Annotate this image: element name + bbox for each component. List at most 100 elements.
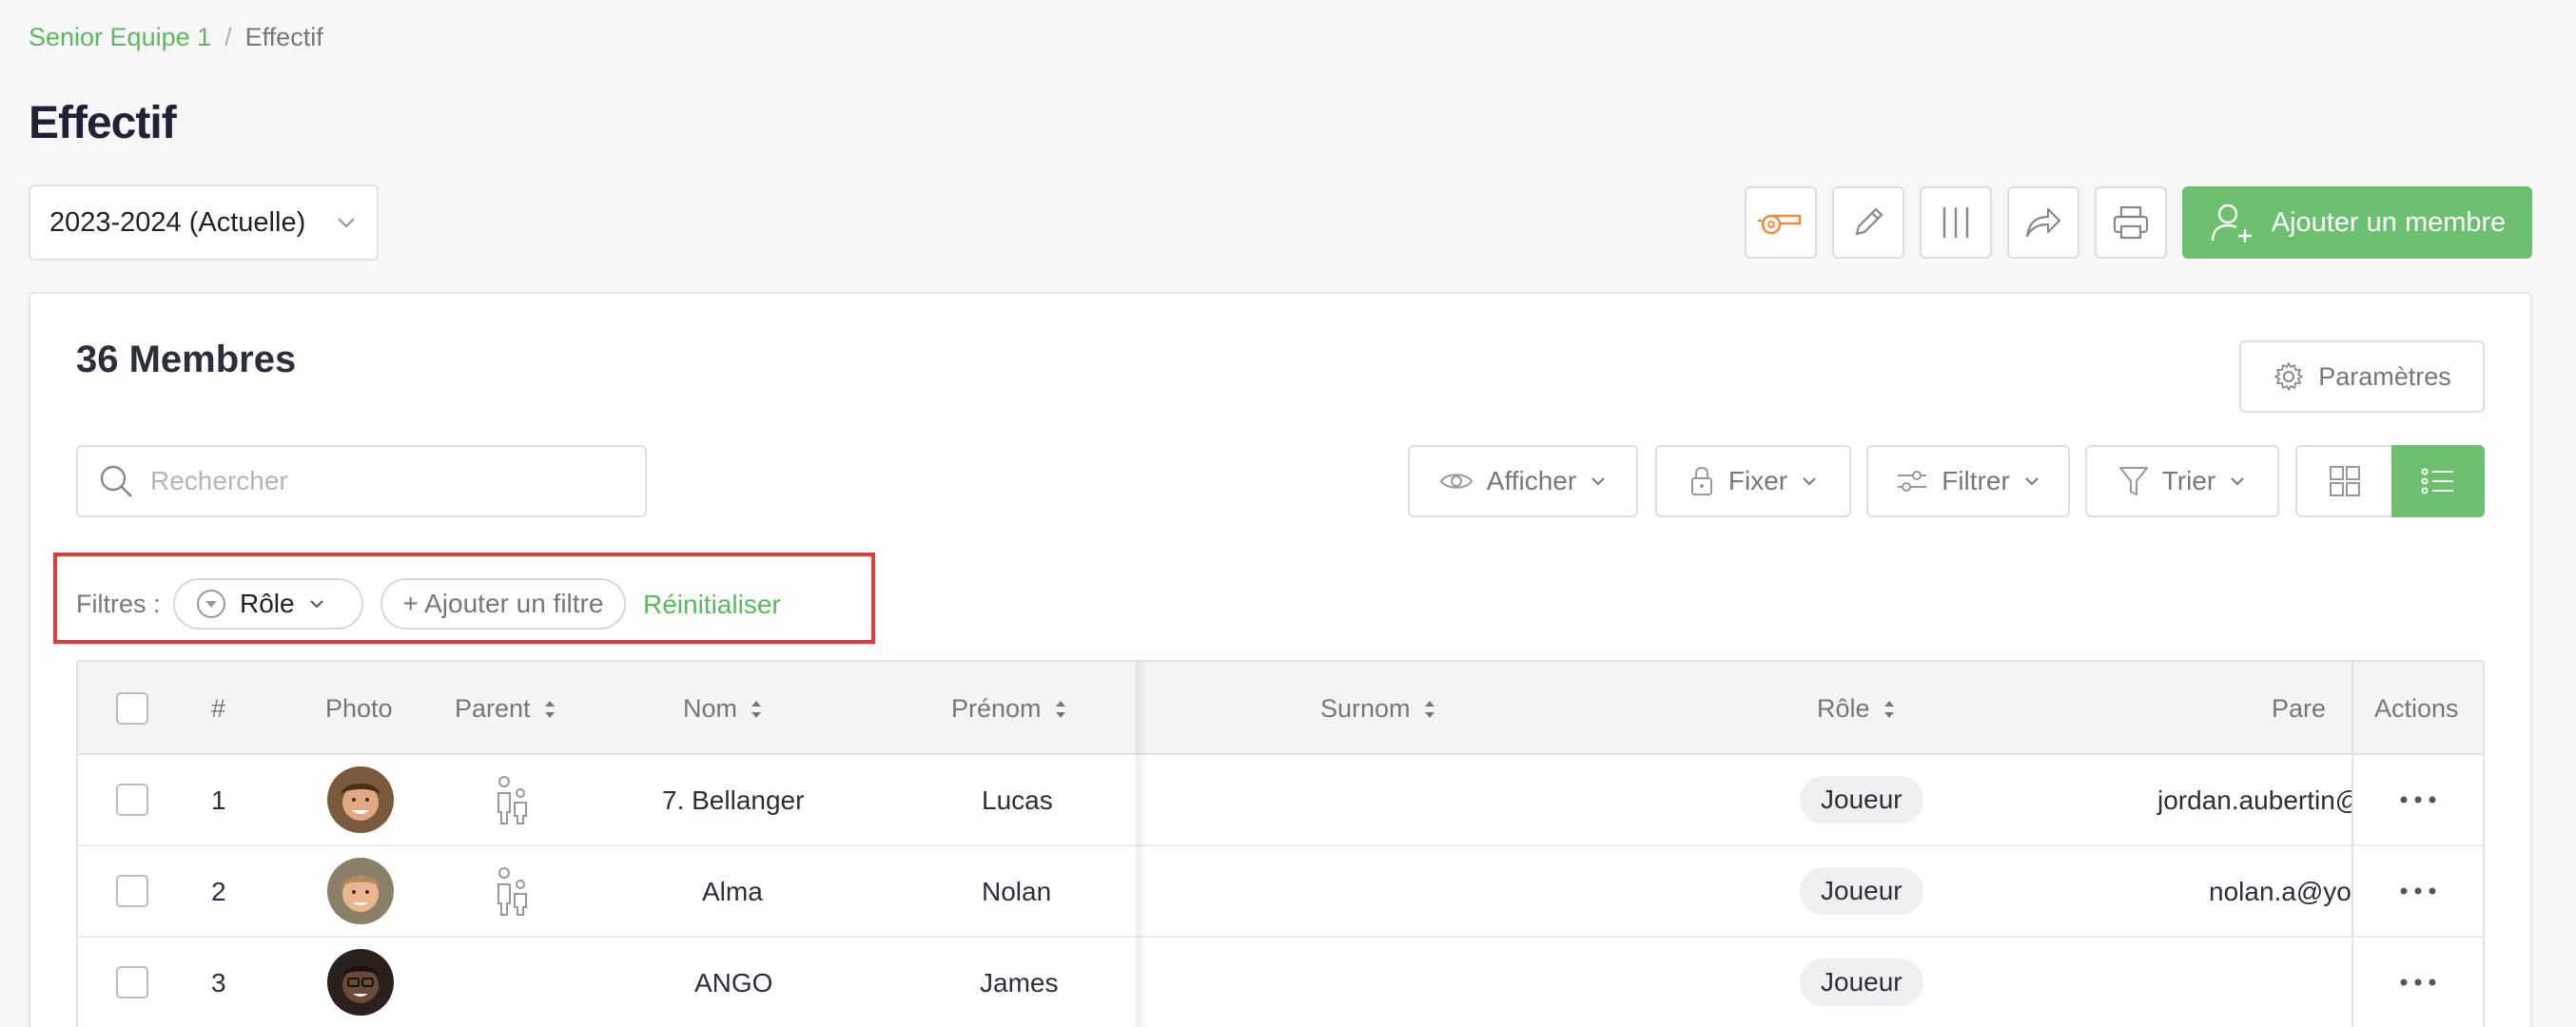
- share-button[interactable]: [2007, 186, 2079, 259]
- row-parent-email: nolan.a@yo: [2209, 877, 2352, 906]
- row-checkbox[interactable]: [116, 966, 148, 998]
- sort-arrows-icon: [751, 700, 762, 718]
- more-options-icon[interactable]: [2399, 795, 2437, 804]
- role-badge: Joueur: [1800, 867, 1923, 915]
- header-actions-label: Actions: [2374, 694, 2459, 723]
- search-placeholder: Rechercher: [150, 466, 288, 495]
- sort-arrows-icon: [1883, 700, 1894, 718]
- sort-arrows-icon: [544, 700, 555, 718]
- share-arrow-icon: [2025, 207, 2061, 238]
- breadcrumb: Senior Equipe 1 / Effectif: [29, 23, 323, 52]
- sort-label: Trier: [2161, 466, 2216, 495]
- row-prenom: Nolan: [982, 877, 1052, 906]
- filter-label: Filtrer: [1942, 466, 2010, 495]
- header-role-label: Rôle: [1817, 694, 1870, 723]
- filter-button[interactable]: Filtrer: [1866, 445, 2070, 517]
- settings-button[interactable]: Paramètres: [2239, 340, 2485, 413]
- table-row[interactable]: 3 ANGO James Joueur: [78, 938, 2483, 1027]
- header-nom-label: Nom: [683, 694, 738, 723]
- circle-dropdown-icon: [197, 590, 225, 618]
- header-parent-email: Pare: [2272, 694, 2327, 723]
- row-prenom: Lucas: [982, 785, 1053, 815]
- eye-icon: [1439, 474, 1473, 489]
- row-nom: 7. Bellanger: [662, 785, 805, 815]
- header-photo: Photo: [325, 694, 393, 723]
- list-view-button[interactable]: [2391, 445, 2485, 517]
- row-checkbox[interactable]: [116, 875, 148, 907]
- filters-label: Filtres :: [76, 590, 161, 618]
- edit-button[interactable]: [1832, 186, 1904, 259]
- header-number: #: [211, 694, 226, 723]
- role-badge: Joueur: [1800, 776, 1923, 824]
- members-table: # Photo Parent Nom Prénom Surnom Rôle Pa…: [76, 660, 2485, 1027]
- parents-icon: [498, 776, 527, 824]
- more-options-icon[interactable]: [2399, 978, 2437, 987]
- columns-button[interactable]: [1920, 186, 1992, 259]
- reset-filters-link[interactable]: Réinitialiser: [643, 590, 781, 620]
- row-nom: ANGO: [694, 968, 773, 998]
- chevron-down-icon: [2025, 477, 2039, 486]
- row-nom: Alma: [702, 877, 763, 906]
- role-filter-label: Rôle: [240, 589, 295, 618]
- header-surnom-label: Surnom: [1320, 694, 1411, 723]
- header-prenom[interactable]: Prénom: [951, 694, 1066, 724]
- sort-arrows-icon: [1424, 700, 1434, 718]
- pin-label: Fixer: [1727, 466, 1788, 495]
- row-prenom: James: [980, 968, 1059, 998]
- pencil-icon: [1855, 207, 1883, 236]
- breadcrumb-current: Effectif: [244, 23, 323, 51]
- add-member-button[interactable]: Ajouter un membre: [2182, 186, 2532, 259]
- page-title: Effectif: [29, 98, 177, 148]
- row-checkbox[interactable]: [116, 784, 148, 816]
- sort-button[interactable]: Trier: [2085, 445, 2279, 517]
- add-user-icon: [2211, 203, 2252, 242]
- whistle-icon: [1758, 214, 1802, 235]
- header-parent-label: Parent: [455, 694, 531, 723]
- chevron-down-icon: [1591, 477, 1605, 486]
- chevron-down-icon: [2231, 477, 2244, 486]
- display-button[interactable]: Afficher: [1408, 445, 1638, 517]
- avatar: [327, 949, 394, 1016]
- grid-view-button[interactable]: [2295, 445, 2392, 517]
- pin-button[interactable]: Fixer: [1655, 445, 1851, 517]
- add-member-label: Ajouter un membre: [2271, 206, 2507, 238]
- grid-icon: [2330, 466, 2360, 496]
- header-surnom[interactable]: Surnom: [1320, 694, 1435, 724]
- season-select[interactable]: 2023-2024 (Actuelle): [29, 184, 379, 261]
- search-input[interactable]: Rechercher: [76, 445, 647, 517]
- avatar: [327, 858, 394, 924]
- table-row[interactable]: 2 Alma Nolan Joueur nolan.a@yo: [78, 846, 2483, 938]
- row-parent-email: jordan.aubertin@: [2157, 785, 2363, 815]
- chevron-down-icon: [1803, 477, 1816, 486]
- lock-icon: [1690, 466, 1712, 495]
- sliders-icon: [1898, 471, 1927, 492]
- print-button[interactable]: [2095, 186, 2167, 259]
- breadcrumb-team-link[interactable]: Senior Equipe 1: [29, 23, 211, 52]
- header-nom[interactable]: Nom: [683, 694, 762, 724]
- search-icon: [100, 465, 132, 497]
- table-row[interactable]: 1 7. Bellanger Lucas Joueur jordan.auber…: [78, 755, 2483, 846]
- header-parent[interactable]: Parent: [455, 694, 556, 724]
- funnel-icon: [2118, 467, 2148, 495]
- more-options-icon[interactable]: [2399, 886, 2437, 896]
- columns-icon: [1942, 207, 1969, 238]
- frozen-columns-shadow: [1136, 662, 1147, 1027]
- row-number: 1: [211, 785, 226, 815]
- chevron-down-icon: [338, 218, 355, 228]
- role-filter-chip[interactable]: Rôle: [173, 578, 363, 630]
- display-label: Afficher: [1486, 466, 1577, 495]
- select-all-checkbox[interactable]: [116, 692, 148, 725]
- list-icon: [2421, 468, 2453, 494]
- role-badge: Joueur: [1800, 959, 1923, 1006]
- header-role[interactable]: Rôle: [1817, 694, 1895, 724]
- printer-icon: [2113, 205, 2149, 240]
- row-number: 2: [211, 877, 226, 906]
- parents-icon: [498, 867, 527, 916]
- breadcrumb-separator: /: [224, 23, 232, 51]
- add-filter-button[interactable]: + Ajouter un filtre: [381, 578, 626, 630]
- settings-label: Paramètres: [2318, 361, 2451, 391]
- whistle-button[interactable]: [1745, 186, 1817, 259]
- avatar: [327, 766, 394, 833]
- header-prenom-label: Prénom: [951, 694, 1042, 723]
- members-count-title: 36 Membres: [76, 339, 297, 380]
